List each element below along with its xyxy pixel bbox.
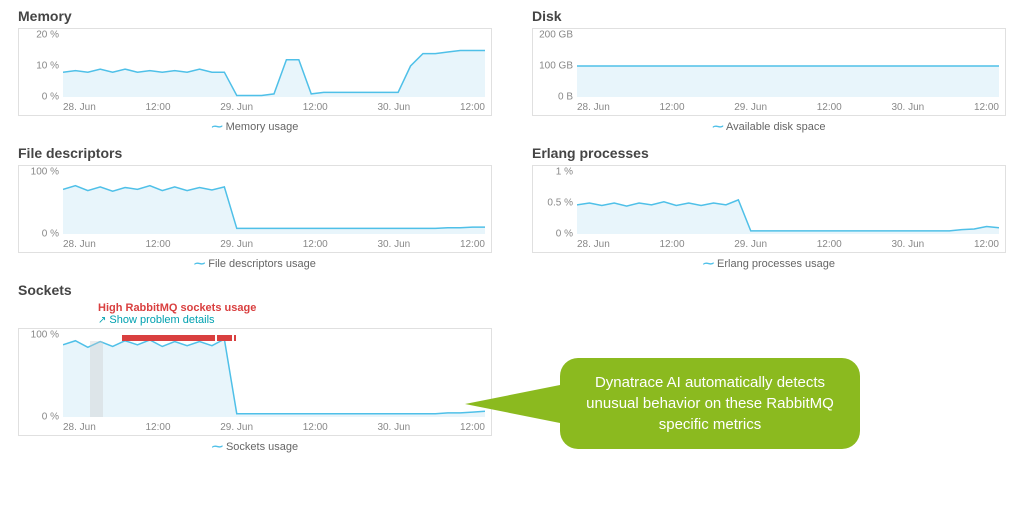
panel-erlang: Erlang processes 0 %0.5 %1 %28. Jun12:00… [532,145,1006,270]
legend-text: Sockets usage [226,441,298,453]
alert-label: High RabbitMQ sockets usage [98,302,492,314]
legend-text: Erlang processes usage [717,258,835,270]
chart-fd[interactable]: 0 %100 %28. Jun12:0029. Jun12:0030. Jun1… [18,165,492,253]
panel-disk: Disk 0 B100 GB200 GB28. Jun12:0029. Jun1… [532,8,1006,133]
ai-callout: Dynatrace AI automatically detects unusu… [560,358,860,449]
chart-legend: ⁓ Erlang processes usage [532,257,1006,270]
panel-fd: File descriptors 0 %100 %28. Jun12:0029.… [18,145,492,270]
chart-legend: ⁓ File descriptors usage [18,257,492,270]
panel-title: Erlang processes [532,145,1006,161]
legend-line-icon: ⁓ [703,258,714,270]
legend-text: File descriptors usage [208,258,316,270]
legend-text: Available disk space [726,121,825,133]
panel-title: Memory [18,8,492,24]
legend-line-icon: ⁓ [212,441,223,453]
chart-disk[interactable]: 0 B100 GB200 GB28. Jun12:0029. Jun12:003… [532,28,1006,116]
chart-legend: ⁓ Sockets usage [18,440,492,453]
panel-title: Sockets [18,282,492,298]
chart-sockets[interactable]: 0 %100 %28. Jun12:0029. Jun12:0030. Jun1… [18,328,492,436]
legend-line-icon: ⁓ [713,121,724,133]
panel-memory: Memory 0 %10 %20 %28. Jun12:0029. Jun12:… [18,8,492,133]
chart-memory[interactable]: 0 %10 %20 %28. Jun12:0029. Jun12:0030. J… [18,28,492,116]
chart-legend: ⁓ Memory usage [18,120,492,133]
external-link-icon: ↗ [98,315,106,326]
alert-link-text: Show problem details [109,314,214,326]
legend-line-icon: ⁓ [194,258,205,270]
chart-erlang[interactable]: 0 %0.5 %1 %28. Jun12:0029. Jun12:0030. J… [532,165,1006,253]
panel-title: File descriptors [18,145,492,161]
legend-line-icon: ⁓ [212,121,223,133]
chart-legend: ⁓ Available disk space [532,120,1006,133]
show-problem-details-link[interactable]: ↗Show problem details [98,314,492,326]
panel-sockets: Sockets High RabbitMQ sockets usage ↗Sho… [18,282,492,453]
callout-text: Dynatrace AI automatically detects unusu… [586,374,834,433]
legend-text: Memory usage [226,121,299,133]
panel-title: Disk [532,8,1006,24]
callout-tail-icon [465,384,565,424]
